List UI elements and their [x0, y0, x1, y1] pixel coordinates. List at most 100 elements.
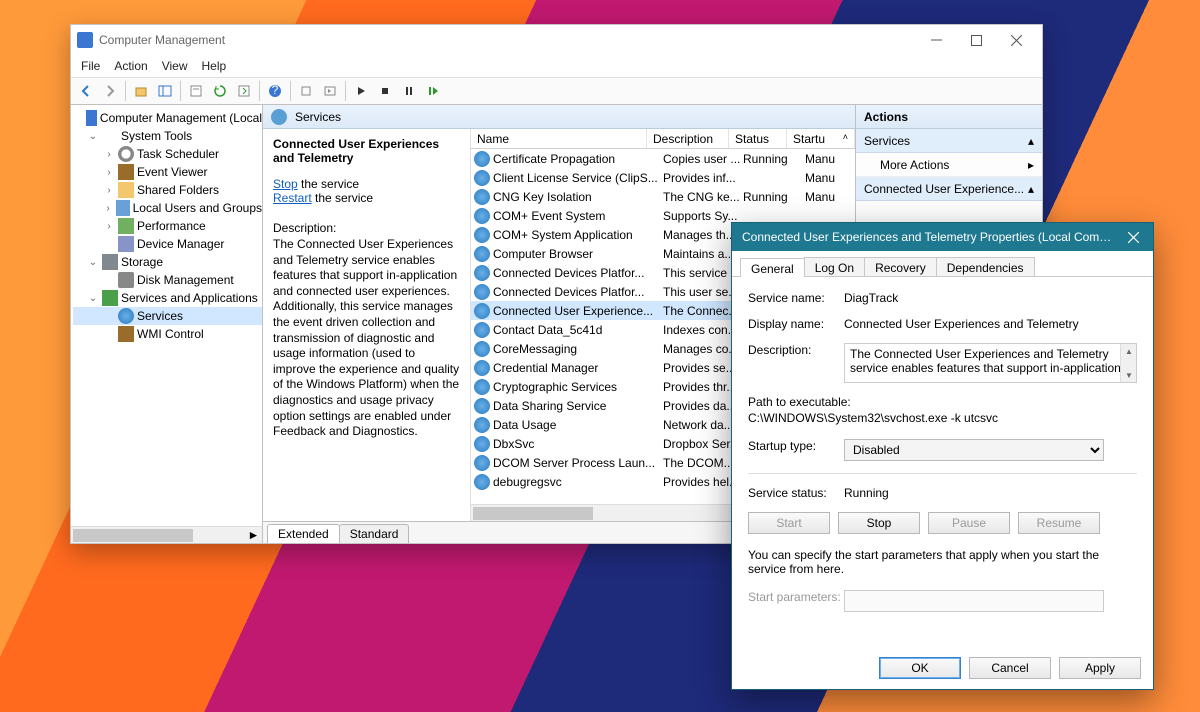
- tree-label: Disk Management: [137, 273, 234, 287]
- export-button[interactable]: [233, 80, 255, 102]
- startup-type-select[interactable]: Disabled: [844, 439, 1104, 461]
- stop-toolbar-button[interactable]: [374, 80, 396, 102]
- col-name[interactable]: Name: [471, 129, 647, 148]
- lbl-startup-type: Startup type:: [748, 439, 844, 461]
- scroll-down-icon[interactable]: ▼: [1121, 368, 1137, 382]
- close-button[interactable]: [996, 28, 1036, 52]
- service-detail-pane: Connected User Experiences and Telemetry…: [263, 129, 471, 521]
- tree-node[interactable]: Services: [73, 307, 262, 325]
- cell-name: DCOM Server Process Laun...: [493, 456, 663, 470]
- tab-general[interactable]: General: [740, 258, 805, 277]
- scroll-right-icon[interactable]: ►: [245, 527, 262, 544]
- apply-button[interactable]: Apply: [1059, 657, 1141, 679]
- tab-standard[interactable]: Standard: [339, 524, 410, 543]
- tree-node[interactable]: ›Performance: [73, 217, 262, 235]
- service-icon: [474, 379, 490, 395]
- tree-node[interactable]: ›Task Scheduler: [73, 145, 262, 163]
- service-icon: [474, 265, 490, 281]
- service-row[interactable]: Certificate PropagationCopies user ...Ru…: [471, 149, 855, 168]
- back-button[interactable]: [75, 80, 97, 102]
- toolbar-extra-2[interactable]: [319, 80, 341, 102]
- cell-name: Data Sharing Service: [493, 399, 663, 413]
- navigation-tree[interactable]: Computer Management (Local ⌄System Tools…: [71, 105, 263, 543]
- menu-view[interactable]: View: [162, 59, 188, 73]
- dialog-titlebar[interactable]: Connected User Experiences and Telemetry…: [732, 223, 1153, 251]
- pause-toolbar-button[interactable]: [398, 80, 420, 102]
- tab-dependencies[interactable]: Dependencies: [936, 257, 1035, 276]
- tree-horizontal-scrollbar[interactable]: ◄►: [71, 526, 262, 543]
- cell-name: Contact Data_5c41d: [493, 323, 663, 337]
- actions-section-selected[interactable]: Connected User Experience...▴: [856, 177, 1042, 201]
- tree-node[interactable]: ⌄System Tools: [73, 127, 262, 145]
- maximize-button[interactable]: [956, 28, 996, 52]
- tree-node[interactable]: ›Shared Folders: [73, 181, 262, 199]
- description-scrollbar[interactable]: ▲▼: [1120, 344, 1136, 382]
- tree-node[interactable]: Device Manager: [73, 235, 262, 253]
- col-description[interactable]: Description: [647, 129, 729, 148]
- tree-node[interactable]: ›Event Viewer: [73, 163, 262, 181]
- chevron-right-icon: ›: [103, 203, 113, 214]
- play-button[interactable]: [350, 80, 372, 102]
- tree-label: Performance: [137, 219, 206, 233]
- start-button: Start: [748, 512, 830, 534]
- tab-extended[interactable]: Extended: [267, 524, 340, 543]
- stop-service-link[interactable]: Stop: [273, 177, 298, 191]
- tree-node[interactable]: ›Local Users and Groups: [73, 199, 262, 217]
- lbl-start-params: Start parameters:: [748, 590, 844, 612]
- item-icon: [118, 164, 134, 180]
- service-icon: [474, 208, 490, 224]
- cell-name: Certificate Propagation: [493, 152, 663, 166]
- restart-service-link[interactable]: Restart: [273, 191, 312, 205]
- menu-action[interactable]: Action: [114, 59, 147, 73]
- actions-more-1[interactable]: More Actions▸: [856, 153, 1042, 177]
- val-service-status: Running: [844, 486, 1137, 500]
- up-button[interactable]: [130, 80, 152, 102]
- tab-logon[interactable]: Log On: [804, 257, 865, 276]
- dialog-close-button[interactable]: [1113, 223, 1153, 251]
- tree-label: Computer Management (Local: [100, 111, 262, 125]
- menu-file[interactable]: File: [81, 59, 100, 73]
- stop-button[interactable]: Stop: [838, 512, 920, 534]
- start-parameters-input[interactable]: [844, 590, 1104, 612]
- tree-node[interactable]: ⌄Services and Applications: [73, 289, 262, 307]
- help-button[interactable]: ?: [264, 80, 286, 102]
- refresh-button[interactable]: [209, 80, 231, 102]
- menubar: File Action View Help: [71, 55, 1042, 77]
- service-icon: [474, 436, 490, 452]
- show-hide-button[interactable]: [154, 80, 176, 102]
- column-headers[interactable]: Name Description Status Startu ˄: [471, 129, 855, 149]
- description-box[interactable]: The Connected User Experiences and Telem…: [844, 343, 1137, 383]
- cell-description: The CNG ke...: [663, 190, 743, 204]
- minimize-button[interactable]: [916, 28, 956, 52]
- properties-toolbar-button[interactable]: [185, 80, 207, 102]
- tree-label: Services and Applications: [121, 291, 258, 305]
- cell-startup: Manu: [805, 152, 849, 166]
- cancel-button[interactable]: Cancel: [969, 657, 1051, 679]
- lbl-path: Path to executable:: [748, 395, 1137, 409]
- ok-button[interactable]: OK: [879, 657, 961, 679]
- tree-node[interactable]: Disk Management: [73, 271, 262, 289]
- cell-description: Supports Sy...: [663, 209, 743, 223]
- scrollbar-thumb[interactable]: [73, 529, 193, 542]
- toolbar-extra-1[interactable]: [295, 80, 317, 102]
- service-row[interactable]: CNG Key IsolationThe CNG ke...RunningMan…: [471, 187, 855, 206]
- menu-help[interactable]: Help: [202, 59, 227, 73]
- tree-root[interactable]: Computer Management (Local: [73, 109, 262, 127]
- scrollbar-thumb[interactable]: [473, 507, 593, 520]
- titlebar[interactable]: Computer Management: [71, 25, 1042, 55]
- computer-icon: [86, 110, 97, 126]
- forward-button[interactable]: [99, 80, 121, 102]
- service-row[interactable]: Client License Service (ClipS...Provides…: [471, 168, 855, 187]
- tab-recovery[interactable]: Recovery: [864, 257, 937, 276]
- cell-name: Connected Devices Platfor...: [493, 266, 663, 280]
- scroll-up-icon[interactable]: ▲: [1121, 344, 1137, 358]
- tree-node[interactable]: ⌄Storage: [73, 253, 262, 271]
- service-icon: [474, 474, 490, 490]
- tree-node[interactable]: WMI Control: [73, 325, 262, 343]
- cell-description: Provides inf...: [663, 171, 743, 185]
- restart-toolbar-button[interactable]: [422, 80, 444, 102]
- cell-name: Credential Manager: [493, 361, 663, 375]
- col-startup[interactable]: Startu ˄: [787, 129, 855, 148]
- actions-section-services[interactable]: Services▴: [856, 129, 1042, 153]
- col-status[interactable]: Status: [729, 129, 787, 148]
